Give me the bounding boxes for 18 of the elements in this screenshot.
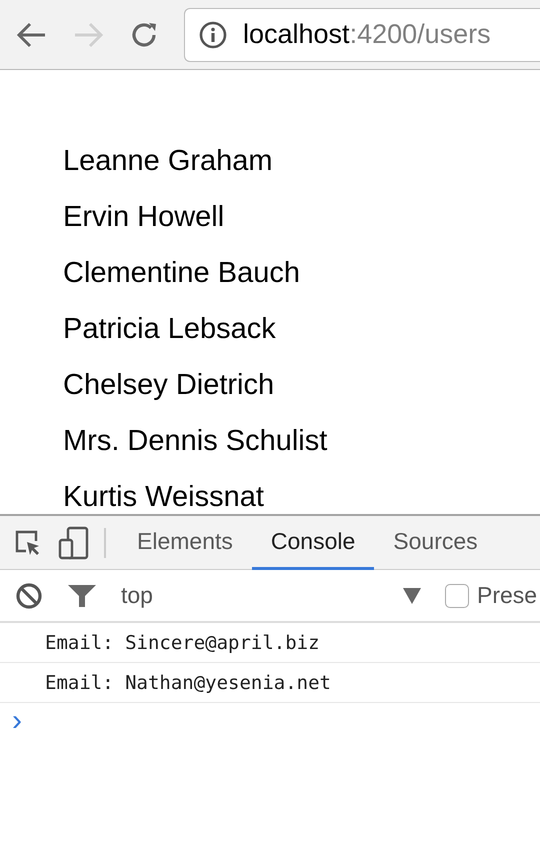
user-name: Chelsey Dietrich bbox=[63, 368, 276, 403]
user-name: Leanne Graham bbox=[63, 144, 274, 179]
console-message: Email: Nathan@yesenia.net bbox=[0, 663, 540, 703]
url-host: localhost bbox=[243, 18, 350, 52]
user-name: Kurtis Weissnat bbox=[63, 480, 265, 515]
address-bar[interactable]: localhost:4200/users bbox=[184, 8, 540, 62]
checkbox-label: Prese bbox=[476, 581, 538, 610]
user-name: Ervin Howell bbox=[63, 200, 226, 235]
user-name: Clementine Bauch bbox=[63, 256, 301, 291]
console-message: Email: Sincere@april.biz bbox=[0, 623, 540, 663]
devtools-tab[interactable]: Sources bbox=[374, 516, 497, 570]
user-name: Mrs. Dennis Schulist bbox=[63, 424, 328, 459]
context-selector[interactable]: top bbox=[121, 578, 153, 613]
console-prompt[interactable]: › bbox=[0, 704, 22, 737]
devtools-tab[interactable]: Console bbox=[252, 516, 374, 570]
user-name: Patricia Lebsack bbox=[63, 312, 277, 347]
url-path: :4200/users bbox=[350, 18, 491, 52]
devtools-tab[interactable]: Elements bbox=[118, 516, 252, 570]
